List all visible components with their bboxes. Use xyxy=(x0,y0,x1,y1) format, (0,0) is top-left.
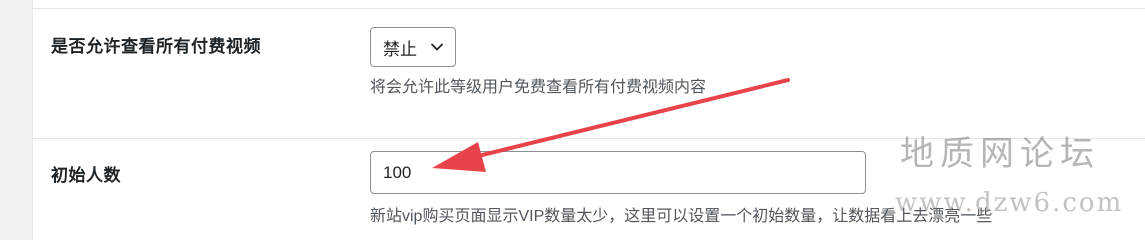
initial-count-label: 初始人数 xyxy=(51,166,121,185)
initial-count-value: 100 xyxy=(383,162,412,182)
initial-count-input[interactable]: 100 xyxy=(370,151,866,194)
chevron-down-icon xyxy=(431,43,443,51)
watermark-title: 地质网论坛 xyxy=(900,134,1100,174)
row-divider xyxy=(32,8,1145,9)
paid-video-access-description: 将会允许此等级用户免费查看所有付费视频内容 xyxy=(370,79,707,96)
settings-page: 是否允许查看所有付费视频 禁止 将会允许此等级用户免费查看所有付费视频内容 初始… xyxy=(0,0,1145,240)
paid-video-access-selected-value: 禁止 xyxy=(383,39,417,59)
paid-video-access-label: 是否允许查看所有付费视频 xyxy=(51,37,261,56)
paid-video-access-select[interactable]: 禁止 xyxy=(370,27,456,67)
watermark-url: www.dzw6.com xyxy=(895,188,1124,218)
